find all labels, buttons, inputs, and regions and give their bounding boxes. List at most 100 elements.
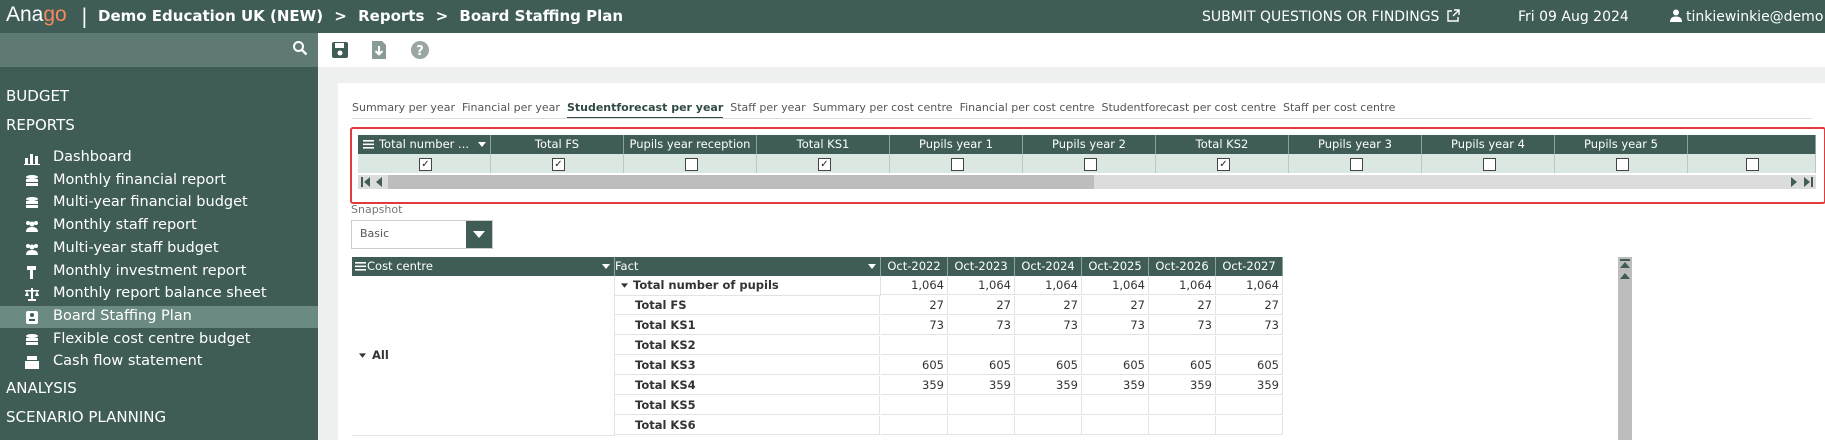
fact-row-header[interactable]: Total KS2 — [615, 336, 880, 355]
menu-icon[interactable] — [363, 140, 374, 149]
period-column-header[interactable]: Oct-2022 — [881, 257, 948, 276]
caret-down-icon[interactable] — [621, 283, 628, 288]
scroll-up-icon[interactable] — [1620, 272, 1630, 280]
table-cell: 605 — [1149, 356, 1216, 375]
filter-column-header[interactable]: Pupils year 4 — [1422, 135, 1555, 154]
filter-checkbox[interactable] — [951, 158, 964, 171]
filter-checkbox[interactable]: ✓ — [818, 158, 831, 171]
filter-checkbox[interactable] — [1350, 158, 1363, 171]
sidebar-item-multi-year-staff-budget[interactable]: Multi-year staff budget — [0, 238, 318, 260]
snapshot-select[interactable]: Basic — [351, 220, 493, 249]
help-icon[interactable]: ? — [410, 40, 430, 60]
filter-checkbox[interactable]: ✓ — [419, 158, 432, 171]
tab-summary-per-year[interactable]: Summary per year — [352, 101, 455, 117]
download-icon[interactable] — [369, 40, 389, 60]
coins-icon — [26, 197, 38, 209]
caret-down-icon[interactable] — [602, 264, 610, 269]
filter-horizontal-scrollbar[interactable] — [358, 175, 1816, 189]
period-column-header[interactable]: Oct-2024 — [1015, 257, 1082, 276]
tab-staff-per-year[interactable]: Staff per year — [730, 101, 805, 117]
period-column-header[interactable]: Oct-2023 — [948, 257, 1015, 276]
filter-column-header[interactable]: Total number ... — [358, 135, 491, 154]
user-menu[interactable]: tinkiewinkie@demo — [1670, 9, 1823, 25]
sidebar-section-scenario-planning[interactable]: SCENARIO PLANNING — [6, 408, 166, 426]
scroll-top-icon[interactable] — [1620, 259, 1630, 269]
scrollbar-thumb[interactable] — [388, 175, 1094, 189]
sidebar-section-reports[interactable]: REPORTS — [6, 116, 75, 134]
fact-row-header[interactable]: Total KS6 — [615, 416, 880, 435]
filter-checkbox[interactable] — [1483, 158, 1496, 171]
filter-column-header[interactable]: Pupils year 3 — [1289, 135, 1422, 154]
snapshot-dropdown-button[interactable] — [466, 221, 492, 248]
sidebar-item-label: Flexible cost centre budget — [53, 330, 251, 347]
breadcrumb-reports[interactable]: Reports — [358, 7, 424, 25]
fact-row-header[interactable]: Total FS — [615, 296, 880, 315]
period-column-header[interactable]: Oct-2025 — [1082, 257, 1149, 276]
fact-row-header[interactable]: Total number of pupils — [615, 276, 881, 296]
filter-checkbox[interactable]: ✓ — [552, 158, 565, 171]
period-column-header[interactable]: Oct-2026 — [1149, 257, 1216, 276]
sidebar-item-flexible-cost-centre-budget[interactable]: Flexible cost centre budget — [0, 329, 318, 351]
cost-centre-group[interactable]: All — [352, 276, 615, 436]
table-cell — [1015, 336, 1082, 355]
filter-column-header[interactable]: Pupils year reception — [624, 135, 757, 154]
table-cell — [881, 416, 948, 435]
filter-checkbox[interactable] — [1746, 158, 1759, 171]
sidebar-search-bar[interactable] — [0, 33, 318, 67]
filter-column-header[interactable] — [1688, 135, 1816, 154]
tab-financial-per-cost-centre[interactable]: Financial per cost centre — [960, 101, 1095, 117]
submit-questions-link[interactable]: SUBMIT QUESTIONS OR FINDINGS — [1202, 9, 1460, 25]
fact-row-header[interactable]: Total KS1 — [615, 316, 880, 335]
grid-vertical-scrollbar[interactable] — [1618, 257, 1632, 440]
bar-chart-icon — [24, 154, 40, 165]
caret-down-icon[interactable] — [868, 264, 876, 269]
filter-checkbox-cell — [1422, 154, 1555, 173]
sidebar-item-monthly-report-balance-sheet[interactable]: Monthly report balance sheet — [0, 283, 318, 305]
filter-checkbox[interactable] — [1084, 158, 1097, 171]
tab-financial-per-year[interactable]: Financial per year — [462, 101, 560, 117]
sidebar-item-board-staffing-plan[interactable]: Board Staffing Plan — [0, 305, 318, 328]
sidebar-item-cash-flow-statement[interactable]: Cash flow statement — [0, 351, 318, 373]
period-column-header[interactable]: Oct-2027 — [1216, 257, 1283, 276]
anago-logo[interactable]: Anago — [6, 3, 67, 27]
fact-column-header[interactable]: Fact — [615, 257, 881, 276]
breadcrumb-organisation[interactable]: Demo Education UK (NEW) — [98, 7, 323, 25]
tab-summary-per-cost-centre[interactable]: Summary per cost centre — [813, 101, 953, 117]
menu-icon[interactable] — [355, 262, 366, 271]
table-cell: 359 — [948, 376, 1015, 395]
filter-column-header[interactable]: Total KS1 — [757, 135, 890, 154]
sidebar-item-monthly-financial-report[interactable]: Monthly financial report — [0, 170, 318, 192]
sidebar-section-budget[interactable]: BUDGET — [6, 87, 69, 105]
save-icon[interactable] — [330, 40, 350, 60]
scroll-last-icon[interactable] — [1803, 177, 1813, 187]
filter-checkbox[interactable] — [685, 158, 698, 171]
filter-column-header[interactable]: Total KS2 — [1156, 135, 1289, 154]
caret-down-icon[interactable] — [359, 353, 366, 358]
sidebar-section-analysis[interactable]: ANALYSIS — [6, 379, 77, 397]
tab-studentforecast-per-cost-centre[interactable]: Studentforecast per cost centre — [1101, 101, 1276, 117]
tab-staff-per-cost-centre[interactable]: Staff per cost centre — [1283, 101, 1395, 117]
scroll-right-icon[interactable] — [1790, 177, 1798, 187]
table-cell: 27 — [1082, 296, 1149, 315]
tab-studentforecast-per-year[interactable]: Studentforecast per year — [566, 101, 724, 119]
filter-column-header[interactable]: Pupils year 1 — [890, 135, 1023, 154]
sidebar-item-monthly-staff-report[interactable]: Monthly staff report — [0, 215, 318, 237]
fact-row-header[interactable]: Total KS5 — [615, 396, 880, 415]
sidebar-item-multi-year-financial-budget[interactable]: Multi-year financial budget — [0, 192, 318, 214]
filter-column-header[interactable]: Pupils year 5 — [1555, 135, 1688, 154]
scroll-left-icon[interactable] — [375, 177, 383, 187]
filter-checkbox[interactable]: ✓ — [1217, 158, 1230, 171]
sidebar-item-monthly-investment-report[interactable]: Monthly investment report — [0, 261, 318, 283]
caret-down-icon[interactable] — [478, 142, 486, 147]
fact-row-header[interactable]: Total KS3 — [615, 356, 880, 375]
cost-centre-column-header[interactable]: Cost centre — [352, 257, 615, 276]
filter-column-header[interactable]: Pupils year 2 — [1023, 135, 1156, 154]
filter-column-header[interactable]: Total FS — [491, 135, 624, 154]
sidebar-item-label: Multi-year financial budget — [53, 194, 248, 211]
fact-row-header[interactable]: Total KS4 — [615, 376, 880, 395]
filter-checkbox[interactable] — [1616, 158, 1629, 171]
sidebar-item-dashboard[interactable]: Dashboard — [0, 147, 318, 169]
breadcrumb-current-page: Board Staffing Plan — [459, 7, 624, 25]
search-icon[interactable] — [292, 40, 308, 56]
scroll-first-icon[interactable] — [361, 177, 371, 187]
